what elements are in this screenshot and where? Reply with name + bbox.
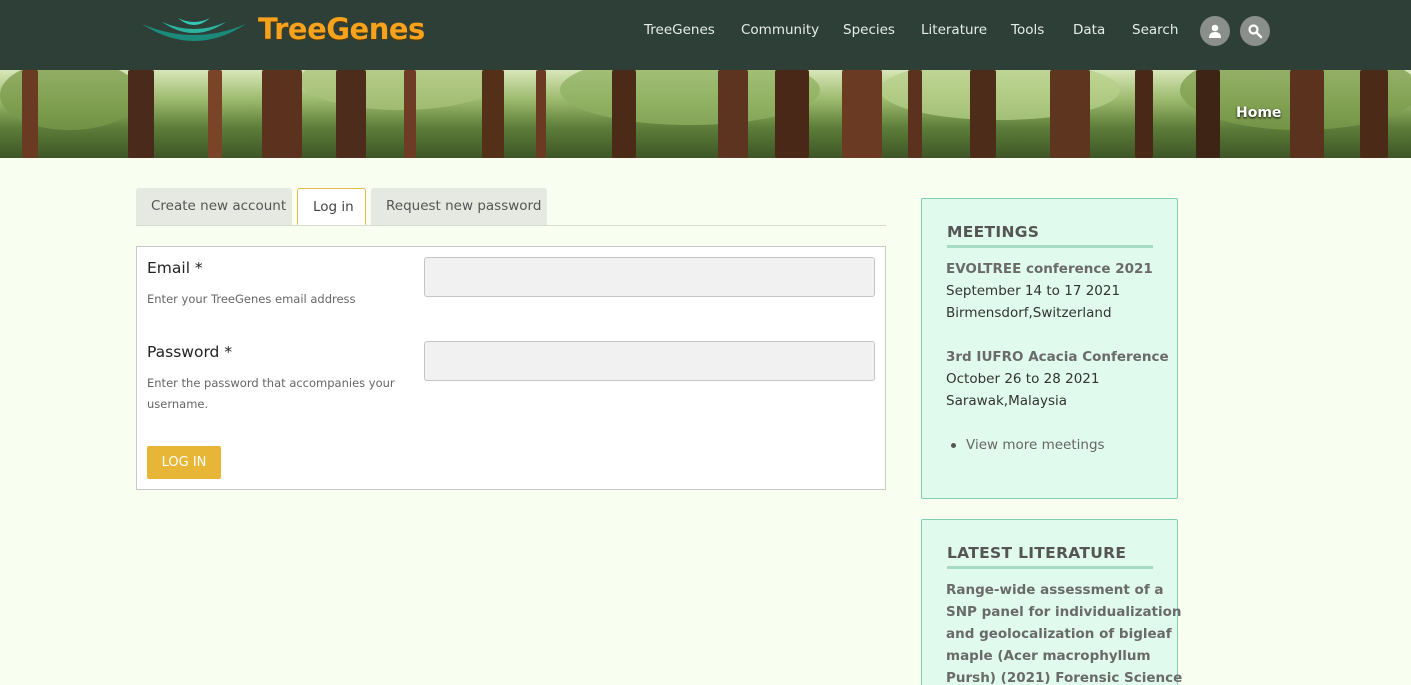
password-description: Enter the password that accompanies your xyxy=(147,376,395,390)
nav-item-community[interactable]: Community xyxy=(741,22,819,38)
literature-item-line[interactable]: Pursh) (2021) Forensic Science xyxy=(946,670,1182,685)
banner-trunk xyxy=(128,70,154,158)
meeting-location: Sarawak,Malaysia xyxy=(946,393,1068,409)
banner-trunk xyxy=(775,70,809,158)
nav-item-treegenes[interactable]: TreeGenes xyxy=(644,22,715,38)
banner-trunk xyxy=(908,70,922,158)
banner-trunk xyxy=(336,70,366,158)
literature-item-line[interactable]: SNP panel for individualization xyxy=(946,604,1182,620)
search-icon xyxy=(1248,24,1263,39)
banner-trunk xyxy=(842,70,882,158)
literature-item-line[interactable]: Range-wide assessment of a xyxy=(946,582,1164,598)
top-navigation-bar: TreeGenes TreeGenes Community Species Li… xyxy=(0,0,1411,70)
banner-trunk xyxy=(1196,70,1220,158)
breadcrumb-home[interactable]: Home xyxy=(1236,105,1281,121)
tab-log-in[interactable]: Log in xyxy=(297,188,366,225)
nav-item-species[interactable]: Species xyxy=(843,22,895,38)
password-label: Password * xyxy=(147,343,233,361)
banner-trunk xyxy=(482,70,504,158)
forest-banner-image xyxy=(0,70,1411,158)
nav-item-literature[interactable]: Literature xyxy=(921,22,987,38)
meeting-location: Birmensdorf,Switzerland xyxy=(946,305,1112,321)
email-label: Email * xyxy=(147,259,203,277)
banner-trunk xyxy=(404,70,416,158)
literature-item-line[interactable]: maple (Acer macrophyllum xyxy=(946,648,1151,664)
banner-trunk xyxy=(718,70,748,158)
banner-foliage xyxy=(300,70,500,110)
nav-item-tools[interactable]: Tools xyxy=(1011,22,1044,38)
literature-item-line[interactable]: and geolocalization of bigleaf xyxy=(946,626,1172,642)
banner-trunk xyxy=(1360,70,1388,158)
list-bullet xyxy=(951,443,956,448)
banner-trunk xyxy=(536,70,546,158)
view-more-meetings-link[interactable]: View more meetings xyxy=(966,437,1105,453)
banner-trunk xyxy=(208,70,222,158)
meeting-title[interactable]: EVOLTREE conference 2021 xyxy=(946,261,1153,277)
banner-trunk xyxy=(262,70,302,158)
user-icon xyxy=(1209,24,1221,38)
meeting-dates: October 26 to 28 2021 xyxy=(946,371,1100,387)
banner-foliage xyxy=(0,70,140,130)
nav-item-search[interactable]: Search xyxy=(1132,22,1178,38)
meetings-heading: MEETINGS xyxy=(947,223,1040,241)
log-in-button[interactable]: LOG IN xyxy=(147,446,221,479)
tab-create-account[interactable]: Create new account xyxy=(136,188,292,225)
password-field[interactable] xyxy=(424,341,875,381)
literature-heading-rule xyxy=(947,566,1153,569)
banner-trunk xyxy=(1050,70,1090,158)
banner-trunk xyxy=(1135,70,1153,158)
banner-trunk xyxy=(1290,70,1324,158)
meetings-heading-rule xyxy=(947,245,1153,248)
search-button[interactable] xyxy=(1240,16,1270,46)
tab-request-password[interactable]: Request new password xyxy=(371,188,547,225)
banner-trunk xyxy=(970,70,996,158)
banner-trunk xyxy=(22,70,38,158)
password-description-cont: username. xyxy=(147,397,209,411)
banner-trunk xyxy=(612,70,636,158)
nav-item-data[interactable]: Data xyxy=(1073,22,1105,38)
user-account-button[interactable] xyxy=(1200,16,1230,46)
tabs-divider xyxy=(136,225,886,226)
email-field[interactable] xyxy=(424,257,875,297)
email-description: Enter your TreeGenes email address xyxy=(147,292,356,306)
literature-heading: LATEST LITERATURE xyxy=(947,544,1127,562)
meeting-dates: September 14 to 17 2021 xyxy=(946,283,1121,299)
meeting-title[interactable]: 3rd IUFRO Acacia Conference xyxy=(946,349,1169,365)
